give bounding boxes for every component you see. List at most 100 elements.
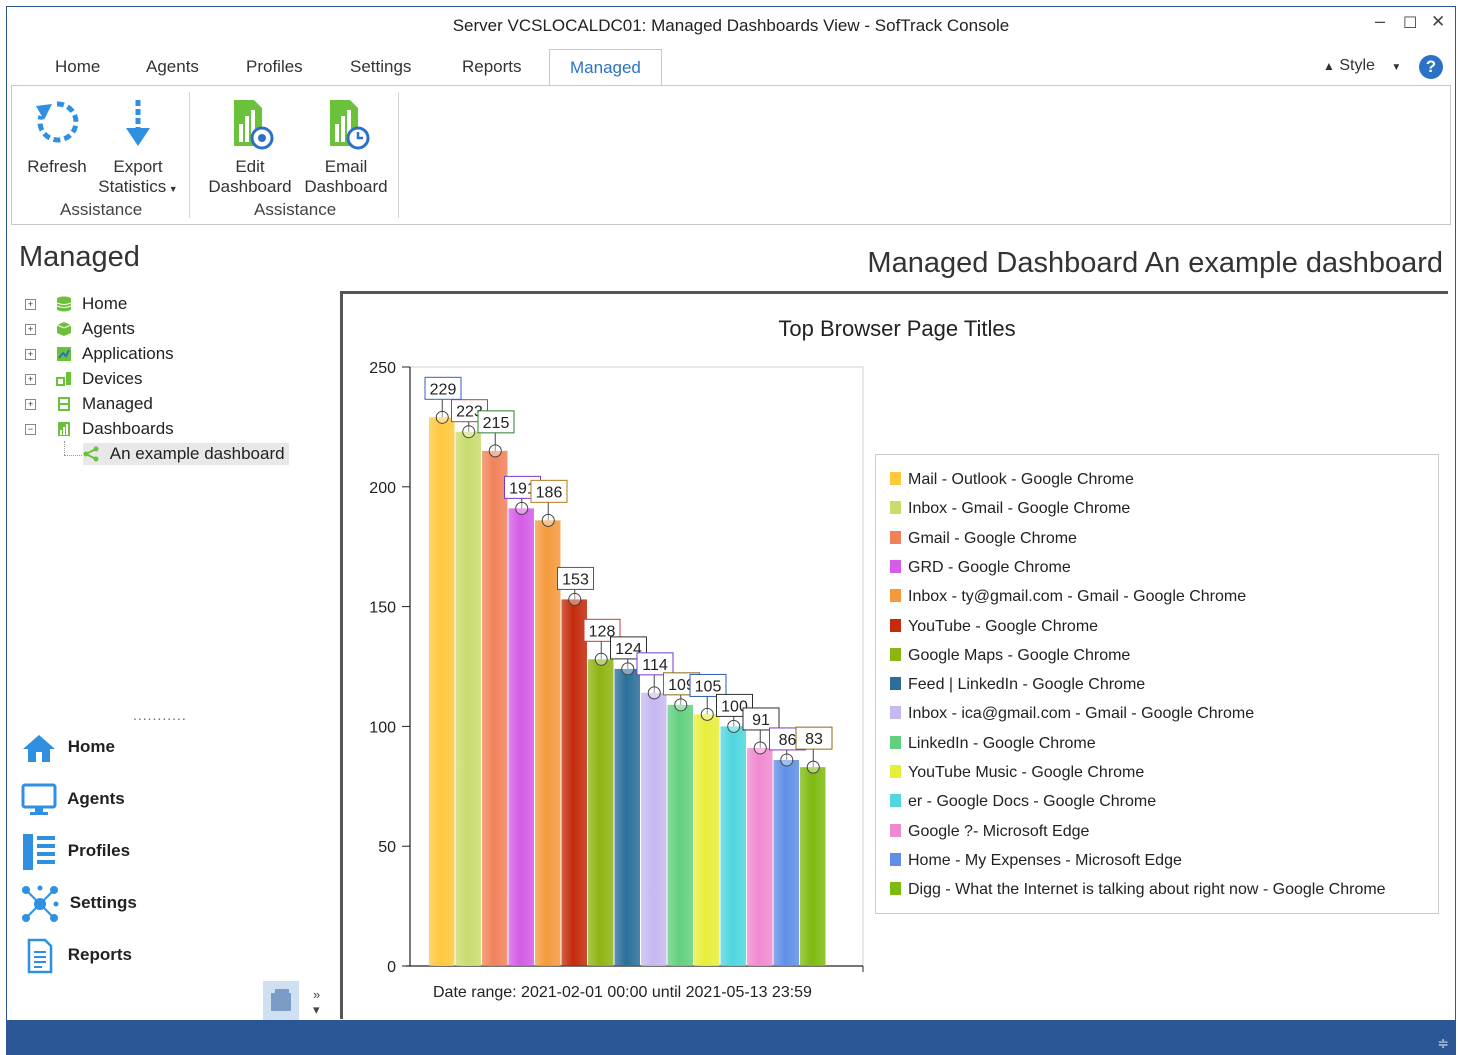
data-point-marker (674, 698, 688, 712)
bar (694, 714, 720, 966)
data-point-marker (780, 753, 794, 767)
close-button[interactable]: ✕ (1431, 12, 1445, 32)
tab-home[interactable]: Home (47, 49, 108, 85)
title-bar: Server VCSLOCALDC01: Managed Dashboards … (7, 7, 1455, 45)
dashboard-gear-icon (234, 100, 274, 150)
bar-chart: 050100150200250229223215191 1861531281241… (369, 360, 864, 976)
data-point-marker (515, 501, 529, 515)
pane-title: Managed (19, 241, 140, 273)
nav-home[interactable]: Home (21, 727, 115, 767)
legend-item: Google Maps - Google Chrome (890, 645, 1130, 667)
minimize-button[interactable]: – (1375, 11, 1385, 32)
y-tick-label: 0 (387, 959, 396, 976)
legend-swatch (890, 618, 901, 632)
tree-connector-line (64, 441, 66, 455)
bar (614, 668, 640, 966)
nav-profiles[interactable]: Profiles (21, 831, 130, 871)
data-point-marker (700, 707, 714, 721)
collapse-icon[interactable]: − (25, 424, 36, 435)
edit-dashboard-button[interactable]: Edit Dashboard (202, 96, 298, 197)
expand-icon[interactable]: + (25, 299, 36, 310)
legend-item: YouTube Music - Google Chrome (890, 762, 1144, 784)
data-label: 105 (695, 678, 722, 695)
chevron-double-right-icon[interactable]: » ▾ (313, 987, 320, 1018)
legend-item: Gmail - Google Chrome (890, 528, 1077, 550)
legend-item: Home - My Expenses - Microsoft Edge (890, 850, 1182, 872)
data-point-marker (488, 444, 502, 458)
export-statistics-button[interactable]: Export Statistics ▼ (92, 96, 184, 199)
legend-swatch (890, 765, 901, 778)
legend-item: Feed | LinkedIn - Google Chrome (890, 674, 1145, 696)
legend-item: YouTube - Google Chrome (890, 616, 1098, 638)
style-menu[interactable]: ▲ Style ▼ (1323, 57, 1401, 75)
chart-panel: Top Browser Page Titles 0 50 100 150 200 250 2… (340, 291, 1448, 1019)
email-dashboard-button[interactable]: Email Dashboard (298, 96, 394, 197)
tab-reports[interactable]: Reports (454, 49, 530, 85)
legend-swatch (890, 706, 901, 720)
legend-swatch (890, 735, 901, 749)
bar (641, 692, 667, 966)
bar (588, 659, 614, 966)
help-icon[interactable]: ? (1419, 55, 1443, 79)
configure-buttons-icon[interactable] (263, 981, 299, 1023)
legend-label: Gmail - Google Chrome (908, 529, 1077, 547)
dashboard-clock-icon (330, 100, 370, 150)
tab-profiles[interactable]: Profiles (238, 49, 311, 85)
data-point-marker (647, 686, 661, 700)
legend-item: Digg - What the Internet is talking abou… (890, 879, 1386, 901)
dropdown-arrow-icon: ▼ (166, 184, 178, 194)
tab-settings[interactable]: Settings (342, 49, 419, 85)
devices-icon (56, 372, 71, 386)
legend-label: Google ?- Microsoft Edge (908, 822, 1090, 840)
tab-managed[interactable]: Managed (549, 49, 662, 88)
bar (747, 747, 773, 966)
y-tick-label: 200 (369, 480, 396, 497)
tree-connector-line (64, 455, 82, 457)
legend-label: Inbox - ty@gmail.com - Gmail - Google Ch… (908, 588, 1247, 606)
data-label: 186 (536, 484, 563, 501)
data-label: 229 (430, 381, 457, 398)
window-title: Server VCSLOCALDC01: Managed Dashboards … (452, 16, 1010, 35)
legend-label: Google Maps - Google Chrome (908, 646, 1131, 664)
expand-icon[interactable]: + (25, 349, 36, 360)
legend-swatch (890, 589, 901, 603)
download-arrow-icon (126, 100, 150, 146)
bar (667, 704, 693, 966)
nav-reports[interactable]: Reports (21, 935, 132, 975)
bar (429, 417, 455, 966)
refresh-button[interactable]: Refresh (22, 96, 92, 177)
dashboard-title: Managed Dashboard An example dashboard (867, 247, 1443, 279)
nav-settings[interactable]: Settings (21, 883, 137, 923)
tab-agents[interactable]: Agents (138, 49, 207, 85)
legend-swatch (890, 559, 901, 573)
data-label: 153 (562, 571, 589, 588)
resize-grip-icon[interactable]: ≑ (1437, 1035, 1449, 1052)
nav-agents[interactable]: Agents (21, 779, 125, 819)
expand-icon[interactable]: + (25, 374, 36, 385)
chevron-up-icon: ▲ (1323, 59, 1335, 73)
expand-icon[interactable]: + (25, 324, 36, 335)
data-point-marker (435, 410, 449, 424)
bar (455, 431, 481, 966)
bar (561, 599, 587, 966)
house-icon (23, 734, 55, 762)
status-bar: ≑ (7, 1020, 1455, 1054)
legend-swatch (890, 501, 901, 515)
ribbon-tabs: Home Agents Profiles Settings Reports Ma… (7, 49, 1455, 88)
splitter-grip[interactable]: ........... (133, 707, 187, 723)
bar (535, 520, 561, 966)
legend-swatch (890, 794, 901, 808)
data-point-marker (727, 719, 741, 733)
date-range-label: Date range: 2021-02-01 00:00 until 2021-… (433, 984, 812, 1001)
data-label: 91 (752, 712, 770, 729)
maximize-button[interactable]: ☐ (1403, 13, 1417, 33)
legend-label: GRD - Google Chrome (908, 558, 1071, 576)
y-tick-label: 150 (369, 600, 396, 617)
legend-swatch (890, 823, 901, 837)
legend-swatch (890, 647, 901, 661)
legend-item: Mail - Outlook - Google Chrome (890, 469, 1134, 491)
dashboard-icon (58, 422, 70, 436)
data-point-marker (541, 513, 555, 527)
expand-icon[interactable]: + (25, 399, 36, 410)
tree-item-an-example-dashboard[interactable]: An example dashboard (83, 443, 289, 465)
